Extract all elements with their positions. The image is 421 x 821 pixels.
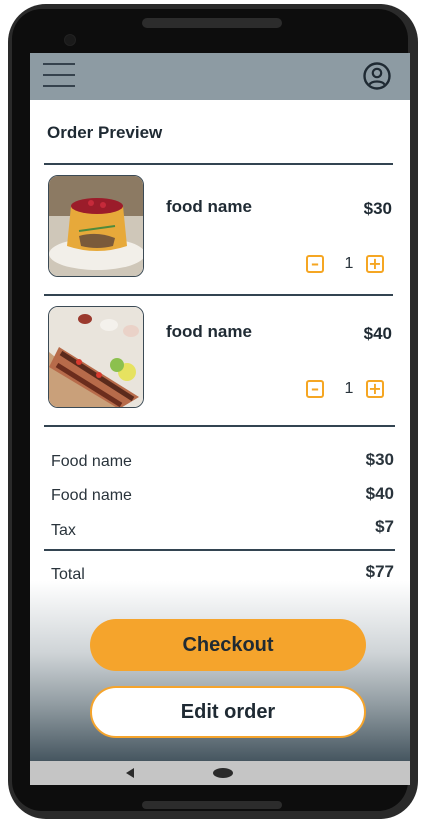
summary-value: $30 — [365, 450, 394, 469]
app-screen: Order Preview food name $30 – 1 + food n… — [30, 53, 410, 785]
divider — [44, 294, 393, 296]
quantity-value: 1 — [344, 380, 354, 397]
back-icon[interactable] — [126, 768, 134, 778]
total-value: $77 — [365, 562, 394, 581]
total-label: Total — [51, 566, 85, 583]
item-price: $40 — [363, 324, 392, 343]
front-camera — [64, 34, 76, 46]
item-name: food name — [166, 322, 252, 341]
decrease-quantity-button[interactable]: – — [306, 255, 324, 273]
summary-value: $7 — [375, 517, 394, 536]
item-name: food name — [166, 197, 252, 216]
cake-food-photo — [49, 176, 143, 276]
phone-bottom-bar — [142, 801, 282, 809]
divider — [44, 425, 395, 427]
kebab-platter-photo — [49, 307, 143, 407]
phone-speaker — [142, 18, 282, 28]
item-price: $30 — [363, 199, 392, 218]
page-title: Order Preview — [47, 123, 163, 142]
summary-value: $40 — [365, 484, 394, 503]
increase-quantity-button[interactable]: + — [366, 255, 384, 273]
app-bar — [30, 53, 410, 100]
quantity-value: 1 — [344, 255, 354, 272]
user-account-icon[interactable] — [362, 61, 392, 91]
total-divider — [44, 549, 395, 551]
summary-label: Food name — [51, 453, 132, 470]
checkout-button[interactable]: Checkout — [90, 619, 366, 671]
hamburger-menu-icon[interactable] — [43, 61, 75, 89]
decrease-quantity-button[interactable]: – — [306, 380, 324, 398]
edit-order-button[interactable]: Edit order — [90, 686, 366, 738]
summary-label: Tax — [51, 522, 76, 539]
food-image-kebab — [48, 306, 144, 408]
divider — [44, 163, 393, 165]
food-image-cake — [48, 175, 144, 277]
android-nav-bar — [30, 761, 410, 785]
home-icon[interactable] — [213, 768, 233, 778]
increase-quantity-button[interactable]: + — [366, 380, 384, 398]
summary-label: Food name — [51, 487, 132, 504]
